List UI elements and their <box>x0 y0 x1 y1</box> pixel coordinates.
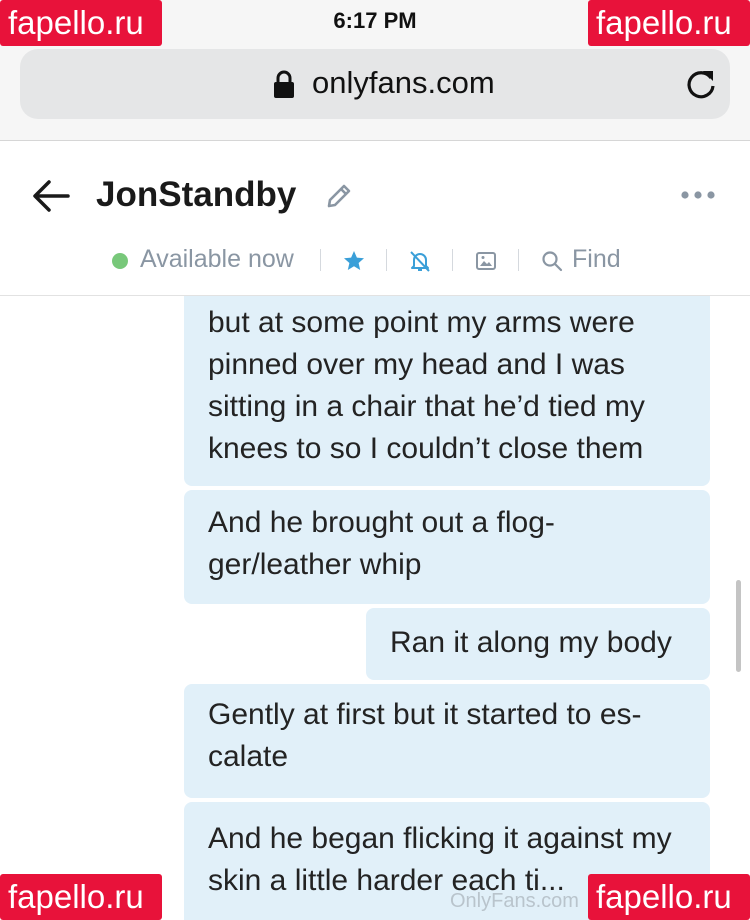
message-bubble[interactable]: Ran it along my body <box>366 608 710 680</box>
divider <box>452 249 453 271</box>
chat-toolbar: Available now Find <box>0 241 750 281</box>
online-indicator <box>112 253 128 269</box>
message-bubble[interactable]: Gently at first but it started to es-cal… <box>184 684 710 798</box>
divider <box>386 249 387 271</box>
address-bar[interactable]: onlyfans.com <box>20 49 730 119</box>
scrollbar[interactable] <box>736 580 741 672</box>
watermark-tag: fapello.ru <box>0 0 162 46</box>
edit-pencil-icon[interactable] <box>324 181 354 211</box>
message-bubble[interactable]: but at some point my arms were pinned ov… <box>184 296 710 486</box>
divider <box>518 249 519 271</box>
watermark-tag: fapello.ru <box>0 874 162 920</box>
find-button[interactable]: Find <box>572 245 621 274</box>
chat-username[interactable]: JonStandby <box>96 175 296 215</box>
browser-toolbar: onlyfans.com <box>0 40 750 141</box>
search-icon[interactable] <box>540 249 564 273</box>
image-icon[interactable] <box>474 249 498 273</box>
onlyfans-watermark: OnlyFans.com <box>450 890 579 912</box>
url-text[interactable]: onlyfans.com <box>312 65 495 101</box>
lock-icon <box>274 70 294 98</box>
chat-header: JonStandby Available now Find <box>0 141 750 296</box>
chat-messages[interactable]: but at some point my arms were pinned ov… <box>0 296 750 920</box>
watermark-tag: fapello.ru <box>588 0 750 46</box>
divider <box>320 249 321 271</box>
message-bubble[interactable]: And he brought out a flog-ger/leather wh… <box>184 490 710 604</box>
availability-status: Available now <box>140 245 294 273</box>
star-icon[interactable] <box>342 249 366 273</box>
bell-off-icon[interactable] <box>408 249 432 273</box>
watermark-tag: fapello.ru <box>588 874 750 920</box>
back-arrow-icon[interactable] <box>32 178 70 214</box>
more-dots-icon[interactable] <box>680 187 716 203</box>
reload-icon[interactable] <box>684 67 718 101</box>
